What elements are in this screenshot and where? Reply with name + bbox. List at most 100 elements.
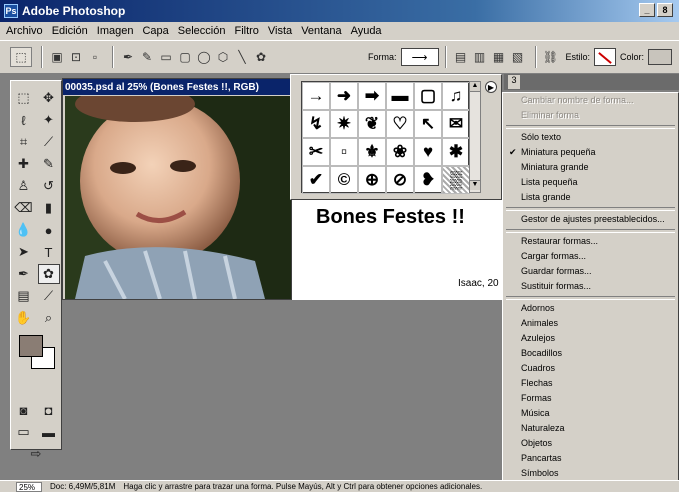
path-selection-icon[interactable]: ➤: [13, 242, 35, 262]
menu-seleccion[interactable]: Selección: [178, 25, 226, 37]
menu-ventana[interactable]: Ventana: [301, 25, 341, 37]
menu-item[interactable]: Azulejos: [503, 331, 678, 346]
shape-cell[interactable]: ✱: [442, 138, 470, 166]
shape-layer-icon[interactable]: ▣: [49, 49, 65, 65]
link-icon[interactable]: ⛓: [543, 49, 559, 65]
imageready-icon[interactable]: ⇨: [25, 444, 47, 464]
menu-item[interactable]: Adornos: [503, 301, 678, 316]
slice-tool-icon[interactable]: ⟋: [38, 132, 60, 152]
clone-stamp-icon[interactable]: ♙: [13, 176, 35, 196]
menu-item[interactable]: Pancartas: [503, 451, 678, 466]
pen-tool-icon[interactable]: ✒: [13, 264, 35, 284]
history-brush-icon[interactable]: ↺: [38, 176, 60, 196]
shape-cell[interactable]: ✔: [302, 166, 330, 194]
menu-edicion[interactable]: Edición: [52, 25, 88, 37]
brush-tool-icon[interactable]: ✎: [38, 154, 60, 174]
menu-item[interactable]: Cargar formas...: [503, 249, 678, 264]
fullscreen-mode-icon[interactable]: ▬: [38, 422, 60, 442]
custom-shape-icon[interactable]: ✿: [253, 49, 269, 65]
menu-item[interactable]: Sustituir formas...: [503, 279, 678, 294]
move-tool-icon[interactable]: ✥: [38, 88, 60, 108]
zoom-field[interactable]: 25%: [16, 481, 42, 492]
combine-subtract-icon[interactable]: ▦: [491, 49, 507, 65]
menu-item[interactable]: ✔ Miniatura pequeña: [503, 145, 678, 160]
shape-cell[interactable]: ↯: [302, 110, 330, 138]
healing-brush-icon[interactable]: ✚: [13, 154, 35, 174]
lasso-tool-icon[interactable]: ℓ: [13, 110, 35, 130]
menu-capa[interactable]: Capa: [142, 25, 168, 37]
shape-cell[interactable]: ❀: [386, 138, 414, 166]
foreground-color[interactable]: [19, 335, 43, 357]
marquee-tool-icon[interactable]: ⬚: [13, 88, 35, 108]
menu-item[interactable]: Guardar formas...: [503, 264, 678, 279]
shape-cell[interactable]: ©: [330, 166, 358, 194]
menu-item[interactable]: Música: [503, 406, 678, 421]
combine-add-icon[interactable]: ▥: [472, 49, 488, 65]
shape-cell[interactable]: ▢: [414, 82, 442, 110]
blur-tool-icon[interactable]: 💧: [13, 220, 35, 240]
shape-cell[interactable]: ♥: [414, 138, 442, 166]
picker-menu-button[interactable]: ▶: [485, 81, 497, 93]
style-picker[interactable]: [594, 48, 617, 66]
type-tool-icon[interactable]: T: [38, 242, 60, 262]
menu-item[interactable]: Lista grande: [503, 190, 678, 205]
scroll-up-icon[interactable]: ▲: [470, 82, 480, 92]
shape-cell[interactable]: ❥: [414, 166, 442, 194]
combine-intersect-icon[interactable]: ▧: [510, 49, 526, 65]
zoom-tool-icon[interactable]: ⌕: [38, 308, 60, 328]
menu-filtro[interactable]: Filtro: [234, 25, 258, 37]
hand-tool-icon[interactable]: ✋: [13, 308, 35, 328]
shape-cell[interactable]: ↖: [414, 110, 442, 138]
menu-item[interactable]: Naturaleza: [503, 421, 678, 436]
ellipse-icon[interactable]: ◯: [196, 49, 212, 65]
minimize-button[interactable]: _: [639, 3, 655, 17]
shape-picker-button[interactable]: ⟶: [400, 48, 439, 66]
standard-mode-icon[interactable]: ◙: [13, 400, 35, 420]
shape-cell[interactable]: ✉: [442, 110, 470, 138]
line-icon[interactable]: ╲: [234, 49, 250, 65]
menu-item[interactable]: Lista pequeña: [503, 175, 678, 190]
menu-item[interactable]: Gestor de ajustes preestablecidos...: [503, 212, 678, 227]
rectangle-icon[interactable]: ▭: [158, 49, 174, 65]
menu-item[interactable]: Flechas: [503, 376, 678, 391]
shape-cell[interactable]: ❦: [358, 110, 386, 138]
custom-shape-tool-icon[interactable]: ✿: [37, 264, 60, 284]
menu-vista[interactable]: Vista: [268, 25, 292, 37]
shape-cell[interactable]: ➡: [358, 82, 386, 110]
panel-tab[interactable]: 3: [508, 75, 520, 89]
menu-item[interactable]: Cuadros: [503, 361, 678, 376]
shape-cell[interactable]: →: [302, 82, 330, 110]
fill-pixels-icon[interactable]: ▫: [87, 49, 103, 65]
notes-tool-icon[interactable]: ▤: [13, 286, 35, 306]
shape-cell[interactable]: ▫: [330, 138, 358, 166]
eraser-tool-icon[interactable]: ⌫: [13, 198, 35, 218]
scroll-down-icon[interactable]: ▼: [470, 180, 480, 190]
menu-imagen[interactable]: Imagen: [97, 25, 134, 37]
document-title[interactable]: 00035.psd al 25% (Bones Festes !!, RGB): [63, 79, 291, 95]
magic-wand-icon[interactable]: ✦: [38, 110, 60, 130]
shape-cell[interactable]: ▒: [442, 166, 470, 194]
tool-preset-picker[interactable]: ⬚: [10, 47, 32, 67]
menu-item[interactable]: Animales: [503, 316, 678, 331]
menu-item[interactable]: Objetos: [503, 436, 678, 451]
shape-cell[interactable]: ✷: [330, 110, 358, 138]
picker-scrollbar[interactable]: ▲ ▼: [469, 81, 481, 193]
gradient-tool-icon[interactable]: ▮: [38, 198, 60, 218]
shape-cell[interactable]: ✂: [302, 138, 330, 166]
freeform-pen-icon[interactable]: ✎: [139, 49, 155, 65]
eyedropper-icon[interactable]: ⟋: [38, 286, 60, 306]
restore-button[interactable]: 8: [657, 3, 673, 17]
pen-icon[interactable]: ✒: [120, 49, 136, 65]
menu-item[interactable]: Restaurar formas...: [503, 234, 678, 249]
polygon-icon[interactable]: ⬡: [215, 49, 231, 65]
shape-cell[interactable]: ⚜: [358, 138, 386, 166]
shape-cell[interactable]: ➜: [330, 82, 358, 110]
rounded-rectangle-icon[interactable]: ▢: [177, 49, 193, 65]
shape-cell[interactable]: ⊘: [386, 166, 414, 194]
menu-item[interactable]: Sólo texto: [503, 130, 678, 145]
color-swatch[interactable]: [648, 49, 673, 65]
menu-item[interactable]: Símbolos: [503, 466, 678, 481]
shape-cell[interactable]: ♡: [386, 110, 414, 138]
shape-cell[interactable]: ▬: [386, 82, 414, 110]
combine-new-icon[interactable]: ▤: [453, 49, 469, 65]
